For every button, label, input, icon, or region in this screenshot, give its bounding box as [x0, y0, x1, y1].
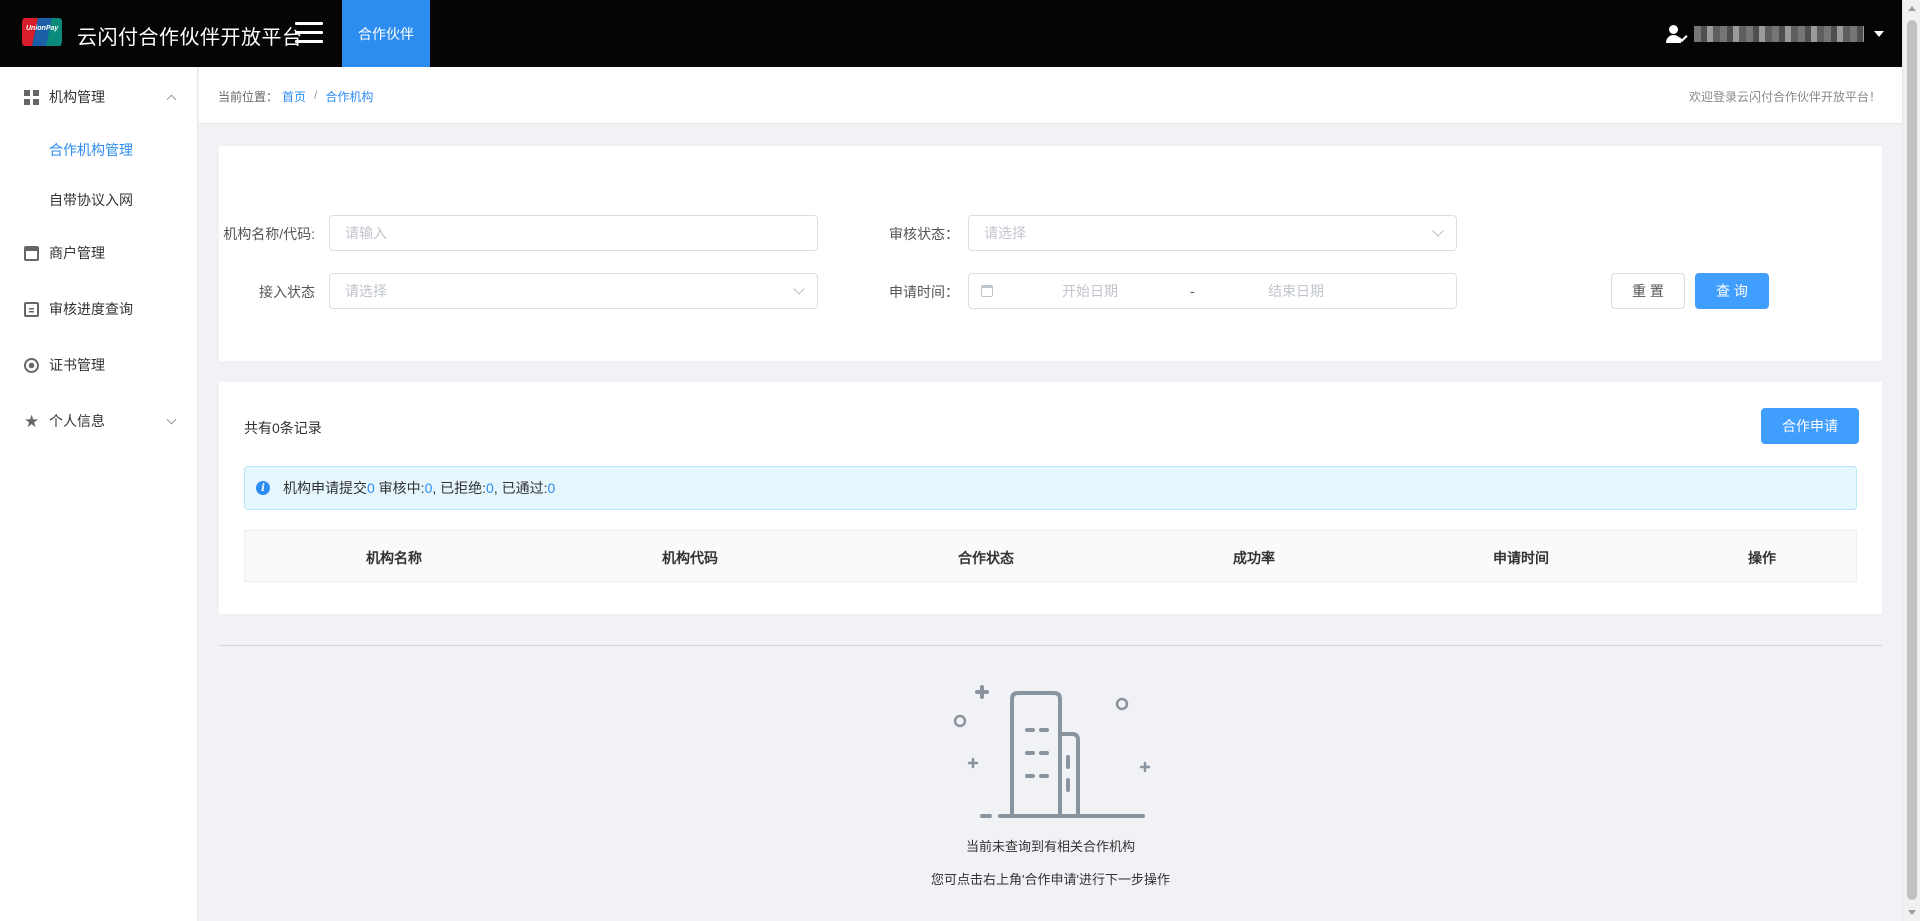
sidebar-item-label: 机构管理: [49, 89, 105, 105]
sidebar-item-self-protocol[interactable]: 自带协议入网: [0, 180, 198, 220]
chevron-up-icon: [166, 94, 177, 104]
user-check-icon: [1666, 24, 1688, 44]
query-button[interactable]: 查 询: [1695, 273, 1769, 309]
org-name-placeholder: 请输入: [345, 225, 387, 241]
chevron-down-icon: [166, 414, 177, 424]
sidebar-item-label: 审核进度查询: [49, 301, 133, 317]
top-navbar: UnionPay 云闪付合作伙伴开放平台 合作伙伴: [0, 0, 1902, 67]
user-name-redacted: [1694, 26, 1864, 42]
unionpay-logo: UnionPay: [22, 18, 62, 46]
sidebar-item-review-progress[interactable]: 审核进度查询: [0, 289, 198, 329]
audit-status-label: 审核状态：: [889, 226, 959, 242]
sidebar-item-certificate[interactable]: 证书管理: [0, 345, 198, 385]
date-range-separator: -: [1190, 283, 1195, 299]
sidebar-item-label: 合作机构管理: [49, 142, 133, 158]
hamburger-icon[interactable]: [295, 22, 323, 44]
sidebar: 机构管理 合作机构管理 自带协议入网 商户管理 审核进度查询 证书管理 ★ 个人…: [0, 67, 198, 921]
welcome-text: 欢迎登录云闪付合作伙伴开放平台！: [1688, 90, 1881, 104]
scroll-up-arrow-icon[interactable]: [1908, 6, 1916, 11]
breadcrumb: 当前位置： 首页 / 合作机构: [218, 88, 373, 105]
scroll-down-arrow-icon[interactable]: [1908, 910, 1916, 915]
access-status-placeholder: 请选择: [345, 283, 387, 299]
apply-time-range[interactable]: 开始日期 - 结束日期: [968, 273, 1457, 309]
breadcrumb-current-link[interactable]: 合作机构: [325, 88, 373, 105]
record-count: 共有0条记录: [244, 420, 322, 436]
user-menu[interactable]: [1666, 22, 1884, 46]
reviewing-label: 审核中:: [374, 480, 425, 496]
page-scrollbar[interactable]: [1902, 0, 1920, 921]
divider: [219, 645, 1882, 646]
breadcrumb-bar: 当前位置： 首页 / 合作机构 欢迎登录云闪付合作伙伴开放平台！: [199, 67, 1902, 124]
rejected-count: 0: [486, 480, 494, 496]
column-header-org-name[interactable]: 机构名称: [366, 548, 422, 568]
app-title: 云闪付合作伙伴开放平台: [77, 27, 303, 49]
sidebar-item-label: 证书管理: [49, 357, 105, 373]
chevron-down-icon: [1432, 225, 1444, 237]
audit-status-placeholder: 请选择: [984, 225, 1026, 241]
access-status-select[interactable]: 请选择: [329, 273, 818, 309]
passed-label: , 已通过:: [493, 480, 548, 496]
submitted-count: 0: [367, 480, 375, 496]
column-header-org-code[interactable]: 机构代码: [662, 548, 718, 568]
sidebar-item-partner-org-management[interactable]: 合作机构管理: [0, 130, 198, 170]
column-header-actions[interactable]: 操作: [1748, 548, 1776, 568]
rejected-label: , 已拒绝:: [432, 480, 487, 496]
info-icon: i: [256, 481, 270, 495]
sidebar-item-merchant-management[interactable]: 商户管理: [0, 233, 198, 273]
breadcrumb-separator: /: [314, 88, 318, 102]
column-header-success-rate[interactable]: 成功率: [1233, 548, 1275, 568]
table-header: 机构名称 机构代码 合作状态 成功率 申请时间 操作: [244, 530, 1857, 582]
apply-time-label: 申请时间：: [889, 284, 959, 300]
sidebar-item-label: 个人信息: [49, 413, 105, 429]
certificate-icon: [24, 357, 39, 373]
star-icon: ★: [24, 411, 40, 431]
empty-message-secondary: 您可点击右上角'合作申请'进行下一步操作: [931, 872, 1170, 887]
start-date-input[interactable]: 开始日期: [1062, 281, 1118, 301]
apply-cooperation-button[interactable]: 合作申请: [1761, 408, 1859, 444]
reviewing-count: 0: [424, 480, 433, 496]
sidebar-item-personal-info[interactable]: ★ 个人信息: [0, 401, 198, 441]
caret-down-icon[interactable]: [1874, 31, 1884, 37]
grid-icon: [24, 89, 39, 105]
column-header-apply-time[interactable]: 申请时间: [1493, 548, 1549, 568]
reset-button[interactable]: 重 置: [1611, 273, 1685, 309]
empty-message-primary: 当前未查询到有相关合作机构: [965, 839, 1135, 854]
breadcrumb-prefix: 当前位置：: [218, 90, 279, 104]
shop-icon: [24, 245, 39, 261]
status-summary-alert: i 机构申请提交 0 审核中: 0 , 已拒绝: 0 , 已通过: 0: [244, 466, 1857, 510]
sidebar-item-label: 自带协议入网: [49, 192, 133, 208]
results-panel: 共有0条记录 合作申请 i 机构申请提交 0 审核中: 0 , 已拒绝: 0 ,…: [219, 382, 1882, 614]
org-name-input[interactable]: 请输入: [329, 215, 818, 251]
end-date-input[interactable]: 结束日期: [1268, 281, 1324, 301]
search-panel: 机构名称/代码: 请输入 审核状态： 请选择 接入状态 请选择 申请时间： 开始…: [219, 146, 1882, 361]
column-header-coop-status[interactable]: 合作状态: [958, 548, 1014, 568]
org-name-label: 机构名称/代码:: [223, 226, 315, 242]
tab-partner[interactable]: 合作伙伴: [342, 0, 430, 67]
breadcrumb-home-link[interactable]: 首页: [282, 88, 306, 105]
logo-text: UnionPay: [26, 25, 59, 32]
calendar-icon: [981, 285, 993, 297]
chevron-down-icon: [793, 283, 805, 295]
passed-count: 0: [547, 480, 556, 496]
sidebar-item-label: 商户管理: [49, 245, 105, 261]
audit-status-select[interactable]: 请选择: [968, 215, 1457, 251]
scroll-thumb[interactable]: [1907, 20, 1917, 900]
submitted-label: 机构申请提交: [283, 480, 367, 496]
empty-building-icon: [953, 685, 1150, 818]
sidebar-item-org-management[interactable]: 机构管理: [0, 77, 198, 117]
clipboard-icon: [24, 301, 39, 317]
access-status-label: 接入状态: [259, 284, 315, 300]
